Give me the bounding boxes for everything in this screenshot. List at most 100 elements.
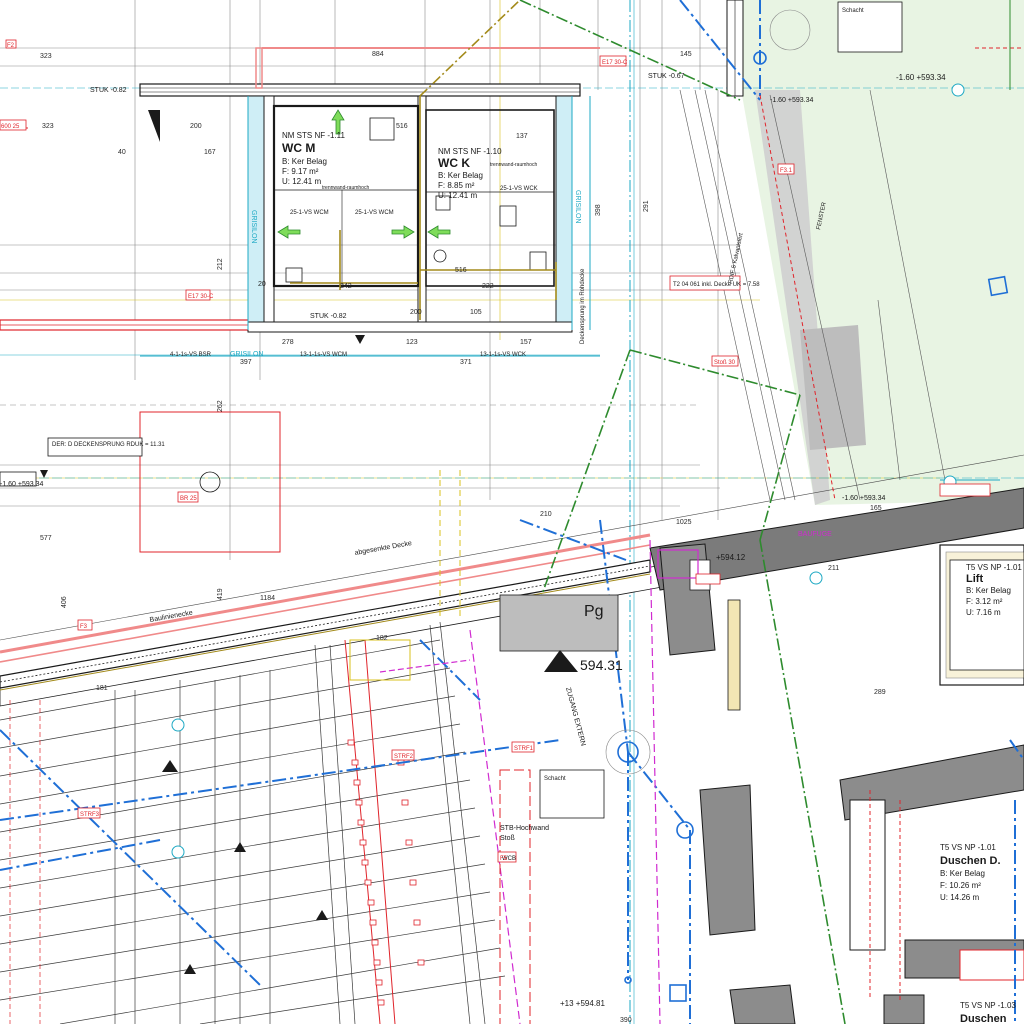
level-main: 594.31 bbox=[580, 657, 623, 673]
dim-27: 390 bbox=[620, 1017, 632, 1024]
room-code-duschen: T5 VS NP -1.01 bbox=[940, 843, 996, 852]
dim-31: 398 bbox=[595, 204, 602, 216]
zugang-label: ZUGANG EXTERN bbox=[564, 687, 586, 747]
room-name-duschen: Duschen D. bbox=[940, 855, 1001, 867]
dim-26: 182 bbox=[376, 635, 388, 642]
dim-12: 516 bbox=[396, 123, 408, 130]
schacht-label-2: Schacht bbox=[544, 776, 566, 782]
dim-15: 222 bbox=[482, 283, 494, 290]
dim-10: 397 bbox=[240, 359, 252, 366]
wandzug2-label: Stoß bbox=[500, 835, 515, 842]
stuk-label-3: STUK -0.82 bbox=[310, 313, 347, 320]
level-top: -1.60 +593.34 bbox=[896, 73, 946, 82]
level-top2: -1.60 +593.34 bbox=[770, 97, 814, 104]
vs-c: 13-1-1s-VS WCM bbox=[300, 352, 347, 358]
room-floor-lift: B: Ker Belag bbox=[966, 586, 1011, 595]
level-mid: -1.60 +593.34 bbox=[842, 495, 886, 502]
dim-25: 419 bbox=[217, 588, 224, 600]
dim-36: 1025 bbox=[676, 519, 692, 526]
tag-t3: 600 25 bbox=[1, 124, 20, 130]
plan-drawing: NM STS NF -1.11 WC M B: Ker Belag F: 9.1… bbox=[0, 0, 1024, 1024]
grisilon-3: GRISILON bbox=[230, 351, 263, 358]
vs-wcm: 25-1-VS WCM bbox=[290, 210, 329, 216]
wandzug-label: STB-Hochwand bbox=[500, 825, 549, 832]
tag-f3: F3 bbox=[80, 624, 88, 630]
dim-22: 1184 bbox=[260, 595, 275, 602]
dim-19: 157 bbox=[520, 339, 532, 346]
room-code-wck: NM STS NF -1.10 bbox=[438, 147, 502, 156]
red-markers bbox=[347, 739, 425, 1006]
tag-s3: STRF3 bbox=[80, 812, 100, 818]
grisilon-2: GRISILON bbox=[574, 190, 581, 223]
dim-16: 242 bbox=[340, 283, 352, 290]
tag-s2: STRF2 bbox=[394, 754, 414, 760]
room-area-lift: F: 3.12 m² bbox=[966, 597, 1003, 606]
room-perimeter-wck: U: 12.41 m bbox=[438, 191, 477, 200]
vs-wcm2: 25-1-VS WCM bbox=[355, 210, 394, 216]
deckensprung-label: DER: D DECKENSPRUNG RDUK = 11.31 bbox=[52, 442, 165, 448]
vs-wck: 25-1-VS WCK bbox=[500, 186, 538, 192]
room-code-wcm: NM STS NF -1.11 bbox=[282, 131, 346, 140]
tag-f4: F3.1 bbox=[780, 168, 793, 174]
dim-17: 200 bbox=[410, 309, 422, 316]
wc-fixtures bbox=[285, 117, 547, 283]
dim-3: 145 bbox=[680, 51, 692, 58]
dim-8: 278 bbox=[282, 339, 294, 346]
stuk-label-2: STUK -0.67 bbox=[648, 73, 685, 80]
tag-f2: F2 bbox=[7, 43, 15, 49]
grisilon-1: GRISILON bbox=[250, 210, 257, 243]
cad-floor-plan: NM STS NF -1.11 WC M B: Ker Belag F: 9.1… bbox=[0, 0, 1024, 1024]
level-left: -1.60 +593.34 bbox=[0, 481, 44, 488]
room-floor-duschen: B: Ker Belag bbox=[940, 869, 985, 878]
kalkstein-label: Deckensprung im Rohdecke bbox=[580, 268, 586, 344]
dim-11: 371 bbox=[460, 359, 472, 366]
room-perimeter-wcm: U: 12.41 m bbox=[282, 177, 321, 186]
dim-35: 211 bbox=[828, 565, 839, 572]
dim-24: 406 bbox=[61, 596, 68, 608]
tag-t2: E17 30-C bbox=[188, 294, 214, 300]
dim-14: 137 bbox=[516, 133, 528, 140]
room-perimeter-lift: U: 7.16 m bbox=[966, 608, 1001, 617]
trennwand-label: trennwand-raumhoch bbox=[322, 185, 369, 191]
room-area-wck: F: 8.85 m² bbox=[438, 181, 475, 190]
abgesenkte-label: abgesenkte Decke bbox=[354, 540, 412, 557]
dim-7: 167 bbox=[204, 149, 216, 156]
room-area-duschen: F: 10.26 m² bbox=[940, 881, 981, 890]
tag-f5: F5 bbox=[500, 856, 508, 862]
room-code-lift: T5 VS NP -1.01 bbox=[966, 563, 1022, 572]
room-code-duschen2: T5 VS NP -1.03 bbox=[960, 1001, 1016, 1010]
room-name-wck: WC K bbox=[438, 156, 470, 170]
room-perimeter-duschen: U: 14.26 m bbox=[940, 893, 979, 902]
dim-34: 165 bbox=[870, 505, 882, 512]
dim-1: 323 bbox=[40, 53, 52, 60]
room-name-duschen2: Duschen bbox=[960, 1013, 1007, 1024]
room-floor-wcm: B: Ker Belag bbox=[282, 157, 327, 166]
room-area-wcm: F: 9.17 m² bbox=[282, 167, 319, 176]
dim-30: 291 bbox=[643, 200, 650, 212]
dim-9: 123 bbox=[406, 339, 418, 346]
baufuge-label: BAUFUGE bbox=[798, 531, 832, 538]
trennwand-label-2: trennwand-raumhoch bbox=[490, 162, 537, 168]
room-floor-wck: B: Ker Belag bbox=[438, 171, 483, 180]
dim-28: 212 bbox=[217, 258, 224, 270]
tag-t5: Stoß 30 bbox=[714, 360, 736, 366]
vs-b: 13-1-1s-VS WCK bbox=[480, 352, 526, 358]
pg-label: Pg bbox=[584, 603, 604, 620]
dim-33: 289 bbox=[874, 689, 886, 696]
dim-32: 262 bbox=[217, 400, 224, 412]
tag-t4: BR 25 bbox=[180, 496, 197, 502]
dim-4: 323 bbox=[42, 123, 54, 130]
tk-label: T2 04 061 inkl. Decke UK = 7.58 bbox=[673, 282, 760, 288]
dim-6: 40 bbox=[118, 149, 126, 156]
dim-20: 20 bbox=[258, 281, 266, 288]
landscape-area bbox=[742, 0, 1024, 505]
room-name-lift: Lift bbox=[966, 573, 983, 585]
dim-5: 200 bbox=[190, 123, 202, 130]
room-name-wcm: WC M bbox=[282, 141, 315, 155]
stuk-label-1: STUK -0.82 bbox=[90, 87, 127, 94]
tag-s1: STRF1 bbox=[514, 746, 534, 752]
dim-18: 105 bbox=[470, 309, 482, 316]
level-low: +13 +594.81 bbox=[560, 999, 605, 1008]
dim-13: 516 bbox=[455, 267, 467, 274]
dim-23: 181 bbox=[96, 685, 108, 692]
